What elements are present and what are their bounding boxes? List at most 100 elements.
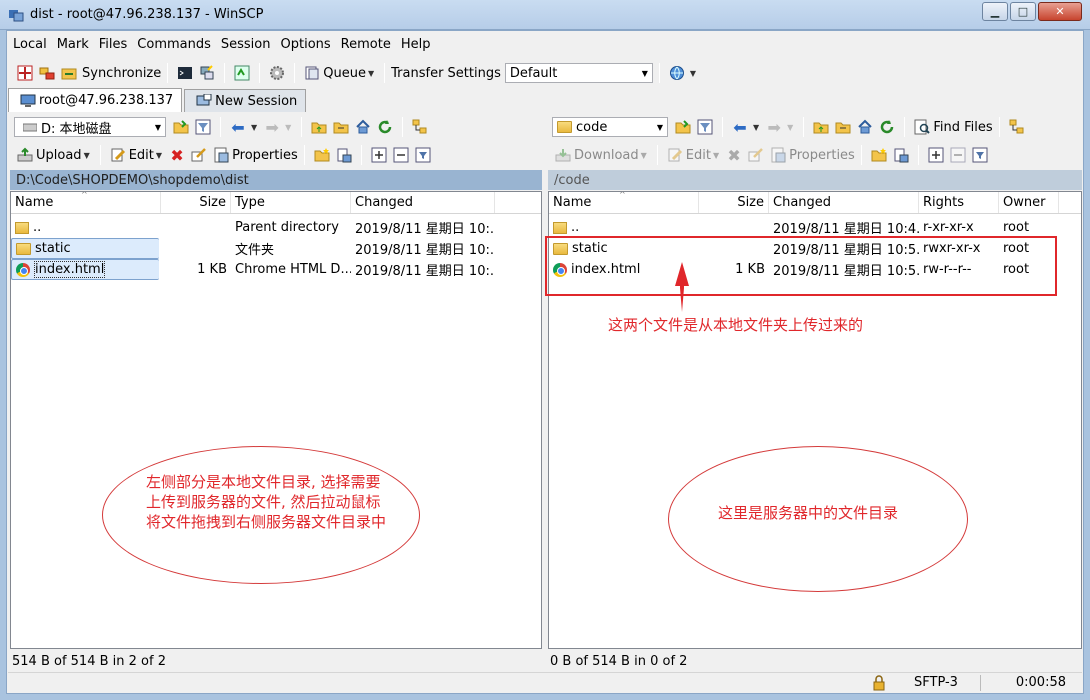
new-folder-icon[interactable]: [870, 146, 888, 164]
table-row[interactable]: index.html 1 KB Chrome HTML D... 2019/8/…: [11, 259, 541, 280]
upload-dropdown-icon[interactable]: ▼: [84, 151, 90, 160]
edit-icon[interactable]: [666, 146, 684, 164]
tree-view-icon[interactable]: [1008, 118, 1026, 136]
download-dropdown-icon[interactable]: ▼: [641, 151, 647, 160]
remote-folder-select[interactable]: code ▼: [552, 117, 668, 137]
edit-button[interactable]: Edit: [129, 148, 154, 163]
close-button[interactable]: ✕: [1038, 2, 1082, 21]
forward-arrow-icon[interactable]: ➡: [263, 118, 281, 137]
table-row[interactable]: static 文件夹 2019/8/11 星期日 10:...: [11, 238, 541, 259]
left-col-size[interactable]: Size: [161, 192, 231, 213]
left-col-changed[interactable]: Changed: [351, 192, 495, 213]
parent-directory-icon[interactable]: [812, 118, 830, 136]
download-button[interactable]: Download: [574, 148, 639, 163]
filter-icon[interactable]: [194, 118, 212, 136]
compare-directories-icon[interactable]: [16, 64, 34, 82]
properties-button[interactable]: Properties: [232, 148, 298, 163]
unselect-minus-icon[interactable]: [392, 146, 410, 164]
delete-icon[interactable]: ✖: [725, 146, 743, 165]
right-col-changed[interactable]: Changed: [769, 192, 919, 213]
left-note-line-2: 上传到服务器的文件, 然后拉动鼠标: [146, 493, 381, 511]
queue-button[interactable]: Queue: [323, 66, 366, 81]
putty-icon[interactable]: [198, 64, 216, 82]
left-col-name[interactable]: Name ^: [11, 192, 161, 213]
home-icon[interactable]: [354, 118, 372, 136]
new-file-icon[interactable]: [892, 146, 910, 164]
root-directory-icon[interactable]: [834, 118, 852, 136]
edit-button[interactable]: Edit: [686, 148, 711, 163]
back-arrow-icon[interactable]: ⬅: [229, 118, 247, 137]
select-all-plus-icon[interactable]: [927, 146, 945, 164]
find-files-icon[interactable]: [913, 118, 931, 136]
synchronize-button[interactable]: Synchronize: [82, 66, 161, 81]
menu-files[interactable]: Files: [94, 37, 133, 52]
queue-dropdown-icon[interactable]: ▼: [368, 69, 374, 78]
forward-dropdown-icon[interactable]: ▼: [787, 123, 793, 132]
refresh-icon[interactable]: [376, 118, 394, 136]
tree-view-icon[interactable]: [411, 118, 429, 136]
menu-commands[interactable]: Commands: [132, 37, 216, 52]
synchronize-browsing-icon[interactable]: [38, 64, 56, 82]
filter-icon[interactable]: [696, 118, 714, 136]
right-command-toolbar: Download ▼ Edit ▼ ✖ Properties: [552, 142, 1080, 168]
table-row[interactable]: .. 2019/8/11 星期日 10:4... r-xr-xr-x root: [549, 217, 1081, 238]
file-changed: 2019/8/11 星期日 10:...: [355, 222, 495, 237]
delete-icon[interactable]: ✖: [168, 146, 186, 165]
menu-help[interactable]: Help: [396, 37, 436, 52]
minimize-button[interactable]: ▁: [982, 2, 1008, 21]
left-col-type[interactable]: Type: [231, 192, 351, 213]
rename-icon[interactable]: [190, 146, 208, 164]
home-icon[interactable]: [856, 118, 874, 136]
upload-button[interactable]: Upload: [36, 148, 82, 163]
properties-icon[interactable]: [769, 146, 787, 164]
download-icon[interactable]: [554, 146, 572, 164]
properties-icon[interactable]: [212, 146, 230, 164]
tab-session[interactable]: root@47.96.238.137: [8, 88, 183, 112]
menu-options[interactable]: Options: [276, 37, 336, 52]
root-directory-icon[interactable]: [332, 118, 350, 136]
menu-session[interactable]: Session: [216, 37, 276, 52]
edit-icon[interactable]: [109, 146, 127, 164]
right-col-rights[interactable]: Rights: [919, 192, 999, 213]
back-dropdown-icon[interactable]: ▼: [753, 123, 759, 132]
open-folder-icon[interactable]: [674, 118, 692, 136]
refresh-all-icon[interactable]: [233, 64, 251, 82]
menu-local[interactable]: Local: [8, 37, 52, 52]
parent-directory-icon[interactable]: [310, 118, 328, 136]
forward-dropdown-icon[interactable]: ▼: [285, 123, 291, 132]
open-folder-icon[interactable]: [172, 118, 190, 136]
menu-mark[interactable]: Mark: [52, 37, 94, 52]
find-files-button[interactable]: Find Files: [933, 120, 992, 135]
forward-arrow-icon[interactable]: ➡: [765, 118, 783, 137]
maximize-button[interactable]: □: [1010, 2, 1036, 21]
globe-dropdown-icon[interactable]: ▼: [690, 69, 696, 78]
remote-folder-value: code: [576, 119, 608, 135]
upload-icon[interactable]: [16, 146, 34, 164]
queue-icon[interactable]: [303, 64, 321, 82]
filter-select-icon[interactable]: [971, 146, 989, 164]
tab-new-session[interactable]: New Session: [184, 89, 307, 112]
properties-button[interactable]: Properties: [789, 148, 855, 163]
synchronize-icon[interactable]: [60, 64, 78, 82]
transfer-settings-select[interactable]: Default ▼: [504, 63, 653, 83]
menu-remote[interactable]: Remote: [336, 37, 396, 52]
right-col-owner[interactable]: Owner: [999, 192, 1059, 213]
console-icon[interactable]: [176, 64, 194, 82]
right-col-name[interactable]: Name ^: [549, 192, 699, 213]
preferences-gear-icon[interactable]: [268, 64, 286, 82]
edit-dropdown-icon[interactable]: ▼: [156, 151, 162, 160]
back-arrow-icon[interactable]: ⬅: [731, 118, 749, 137]
new-folder-icon[interactable]: [313, 146, 331, 164]
filter-select-icon[interactable]: [414, 146, 432, 164]
right-col-size[interactable]: Size: [699, 192, 769, 213]
table-row[interactable]: .. Parent directory 2019/8/11 星期日 10:...: [11, 217, 541, 238]
globe-network-icon[interactable]: [668, 64, 686, 82]
rename-icon[interactable]: [747, 146, 765, 164]
refresh-icon[interactable]: [878, 118, 896, 136]
back-dropdown-icon[interactable]: ▼: [251, 123, 257, 132]
local-drive-select[interactable]: D: 本地磁盘 ▼: [14, 117, 166, 137]
unselect-minus-icon[interactable]: [949, 146, 967, 164]
edit-dropdown-icon[interactable]: ▼: [713, 151, 719, 160]
new-file-icon[interactable]: [335, 146, 353, 164]
select-all-plus-icon[interactable]: [370, 146, 388, 164]
